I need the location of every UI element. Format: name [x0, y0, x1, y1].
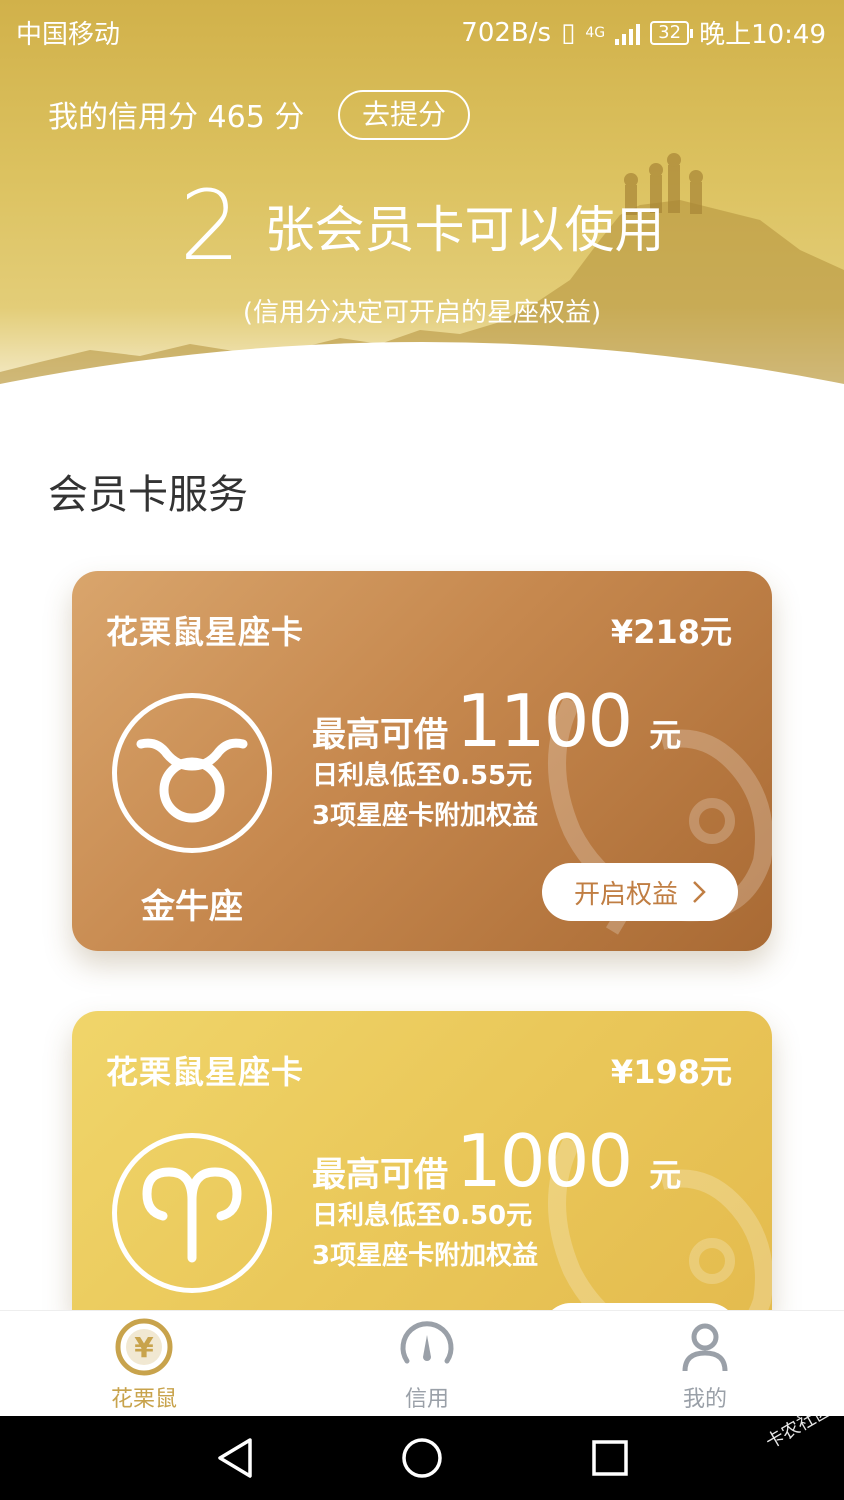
credit-limit: 最高可借 1100 元: [312, 679, 681, 763]
network-speed: 702B/s: [461, 17, 552, 48]
android-nav-bar: [0, 1416, 844, 1500]
benefits-count: 3项星座卡附加权益: [312, 801, 539, 831]
header-banner: 中国移动 702B/s ▯ 4G 32 晚上10:49 我的信用分 465 分 …: [0, 0, 844, 440]
card-count-text: 张会员卡可以使用: [264, 201, 665, 259]
card-name: 花栗鼠星座卡: [106, 613, 305, 651]
back-icon[interactable]: [214, 1436, 256, 1480]
limit-unit: 元: [649, 1156, 682, 1194]
boost-score-button[interactable]: 去提分: [338, 90, 470, 140]
membership-card[interactable]: 花栗鼠星座卡 ¥218元 金牛座 最高可借 1100 元 日利息低至0.55元 …: [72, 571, 772, 951]
battery-icon: 32: [650, 20, 693, 45]
limit-label: 最高可借: [312, 1155, 448, 1195]
tab-home[interactable]: ¥ 花栗鼠: [74, 1317, 214, 1413]
credit-score: 我的信用分 465 分: [48, 100, 305, 135]
tab-credit[interactable]: 信用: [357, 1317, 497, 1413]
interest-rate: 日利息低至0.50元: [312, 1201, 533, 1231]
svg-text:¥: ¥: [134, 1331, 154, 1364]
card-count: 2: [179, 170, 241, 282]
card-price: ¥218元: [610, 613, 732, 651]
credit-limit: 最高可借 1000 元: [312, 1119, 681, 1203]
chevron-right-icon: [693, 881, 706, 903]
home-icon[interactable]: [400, 1436, 444, 1480]
available-cards: 2 张会员卡可以使用: [0, 170, 844, 282]
open-benefits-button[interactable]: 开启权益: [542, 863, 738, 921]
zodiac-name: 金牛座: [141, 887, 243, 927]
aries-icon: [112, 1133, 272, 1293]
bottom-tab-bar: ¥ 花栗鼠 信用 我的: [0, 1310, 844, 1416]
card-name: 花栗鼠星座卡: [106, 1053, 305, 1091]
tab-label: 信用: [404, 1387, 449, 1412]
tab-profile[interactable]: 我的: [635, 1317, 775, 1413]
section-title: 会员卡服务: [48, 472, 248, 518]
tab-label: 我的: [682, 1387, 727, 1412]
vibrate-icon: ▯: [561, 17, 576, 48]
interest-rate: 日利息低至0.55元: [312, 761, 533, 791]
tab-label: 花栗鼠: [110, 1387, 177, 1412]
recents-icon[interactable]: [590, 1436, 630, 1480]
benefits-count: 3项星座卡附加权益: [312, 1241, 539, 1271]
limit-amount: 1000: [456, 1119, 633, 1203]
limit-unit: 元: [649, 716, 682, 754]
limit-label: 最高可借: [312, 715, 448, 755]
status-bar: 中国移动 702B/s ▯ 4G 32 晚上10:49: [0, 0, 844, 58]
yen-icon: ¥: [115, 1318, 173, 1376]
network-type: 4G: [585, 24, 606, 41]
header-subtitle: (信用分决定可开启的星座权益): [242, 298, 602, 328]
carrier-label: 中国移动: [16, 20, 121, 50]
gauge-icon: [400, 1321, 454, 1364]
open-benefits-label: 开启权益: [573, 879, 678, 910]
limit-amount: 1100: [456, 679, 633, 763]
card-price: ¥198元: [610, 1053, 732, 1091]
taurus-icon: [112, 693, 272, 853]
signal-icon: [615, 21, 641, 45]
user-icon: [682, 1323, 728, 1372]
double-chevron-up-icon[interactable]: [389, 344, 435, 388]
membership-card[interactable]: 花栗鼠星座卡 ¥198元 最高可借 1000 元 日利息低至0.50元 3项星座…: [72, 1011, 772, 1311]
clock: 晚上10:49: [699, 20, 826, 50]
